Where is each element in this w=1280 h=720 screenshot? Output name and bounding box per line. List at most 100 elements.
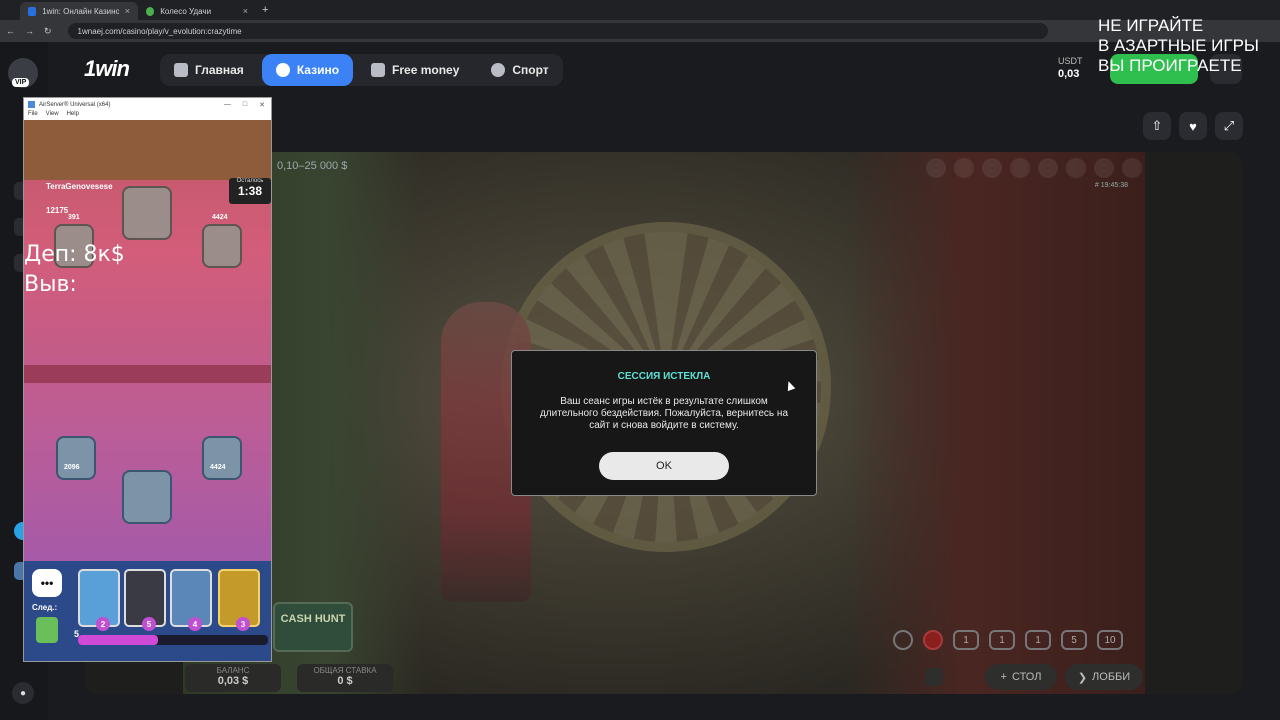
fullscreen-icon[interactable] bbox=[1122, 158, 1142, 178]
close-tab-icon[interactable]: × bbox=[125, 6, 130, 16]
back-icon[interactable]: ← bbox=[6, 26, 15, 36]
elixir-fill bbox=[78, 635, 158, 645]
deposit-line: Деп: 8к$ bbox=[24, 242, 125, 267]
bet-spot-5[interactable]: 5 bbox=[1061, 630, 1087, 650]
main-nav: Главная Казино Free money Спорт bbox=[160, 54, 563, 86]
video-icon[interactable] bbox=[954, 158, 974, 178]
history-icon[interactable] bbox=[1038, 158, 1058, 178]
menu-file[interactable]: File bbox=[28, 111, 38, 120]
chat-icon[interactable] bbox=[926, 158, 946, 178]
reload-icon[interactable]: ↻ bbox=[44, 26, 52, 37]
browser-tab-bar: 1win: Онлайн Казино и Ставк × Колесо Уда… bbox=[0, 0, 1280, 20]
url-field[interactable]: 1wnaej.com/casino/play/v_evolution:crazy… bbox=[67, 23, 1048, 39]
bet-spot-1[interactable]: 1 bbox=[953, 630, 979, 650]
card-slot-3[interactable]: 4 bbox=[170, 569, 212, 631]
vip-badge: VIP bbox=[12, 78, 30, 87]
elixir-bar bbox=[78, 635, 268, 645]
tab-1win-casino[interactable]: 1win: Онлайн Казино и Ставк × bbox=[20, 2, 138, 20]
ball-icon bbox=[491, 63, 506, 77]
balance-selector[interactable]: USDT 0,03 bbox=[1058, 56, 1083, 80]
chat-icon[interactable]: ● bbox=[12, 682, 34, 704]
bet-spot-10[interactable]: 10 bbox=[1097, 630, 1123, 650]
arena-river bbox=[24, 365, 271, 383]
site-header: 1win Главная Казино Free money Спорт USD… bbox=[48, 42, 1280, 98]
card-hand: ••• След.: 2 5 4 3 5 bbox=[24, 561, 271, 661]
favorite-icon[interactable]: ♥ bbox=[1179, 112, 1207, 140]
lobby-button-label: ЛОББИ bbox=[1092, 671, 1131, 683]
settings-icon[interactable] bbox=[1010, 158, 1030, 178]
table-button[interactable]: + СТОЛ bbox=[985, 664, 1057, 690]
tab-label: Колесо Удачи bbox=[160, 6, 212, 16]
card-cost: 2 bbox=[96, 617, 110, 631]
warning-line: ВЫ ПРОИГРАЕТЕ bbox=[1098, 56, 1242, 75]
nav-label: Главная bbox=[195, 63, 244, 77]
opponent-name: TerraGenovesese bbox=[46, 182, 113, 191]
nav-label: Спорт bbox=[512, 63, 549, 77]
lobby-button[interactable]: ❯ ЛОББИ bbox=[1065, 664, 1143, 690]
minimize-icon[interactable]: — bbox=[224, 101, 231, 109]
enemy-right-hp: 4424 bbox=[212, 214, 228, 221]
statistics-icon[interactable] bbox=[925, 668, 943, 686]
maximize-icon[interactable]: □ bbox=[243, 101, 247, 109]
own-princess-tower-left bbox=[56, 436, 96, 480]
logo[interactable]: 1win bbox=[84, 56, 130, 82]
balance-label: БАЛАНС bbox=[216, 666, 250, 675]
dialog-message: Ваш сеанс игры истёк в результате слишко… bbox=[539, 396, 789, 431]
card-slot-2[interactable]: 5 bbox=[124, 569, 166, 631]
bet-limits: 0,10–25 000 $ bbox=[277, 160, 348, 172]
next-card-label: След.: bbox=[32, 603, 58, 612]
match-clock: Осталось 1:38 bbox=[229, 178, 271, 204]
help-icon[interactable] bbox=[1066, 158, 1086, 178]
share-icon[interactable]: ⇧ bbox=[1143, 112, 1171, 140]
gambling-warning-overlay: НЕ ИГРАЙТЕ В АЗАРТНЫЕ ИГРЫ ВЫ ПРОИГРАЕТЕ bbox=[1098, 16, 1278, 76]
target-icon[interactable] bbox=[893, 630, 913, 650]
enemy-king-tower bbox=[122, 186, 172, 240]
elixir-count: 5 bbox=[74, 629, 80, 639]
sound-icon[interactable] bbox=[982, 158, 1002, 178]
lobby-icon: ❯ bbox=[1077, 671, 1088, 684]
opponent-trophies: 12175 bbox=[46, 206, 69, 215]
window-titlebar[interactable]: AirServer® Universal (x64) — □ ✕ bbox=[24, 98, 271, 111]
warning-line: НЕ ИГРАЙТЕ bbox=[1098, 16, 1204, 35]
forward-icon[interactable]: → bbox=[25, 26, 34, 36]
new-tab-button[interactable]: + bbox=[262, 4, 268, 16]
card-cost: 3 bbox=[236, 617, 250, 631]
nav-item-free-money[interactable]: Free money bbox=[357, 54, 473, 86]
nav-item-sport[interactable]: Спорт bbox=[477, 54, 562, 86]
balance-value: 0,03 $ bbox=[217, 675, 249, 687]
menu-help[interactable]: Help bbox=[67, 111, 79, 120]
bet-spot-1[interactable]: 1 bbox=[1025, 630, 1051, 650]
cash-hunt-bet-spot[interactable]: CASH HUNT bbox=[273, 602, 353, 652]
menu-view[interactable]: View bbox=[46, 111, 59, 120]
card-slot-1[interactable]: 2 bbox=[78, 569, 120, 631]
close-icon[interactable]: ✕ bbox=[259, 101, 265, 109]
balance-amount: 0,03 bbox=[1058, 68, 1080, 80]
window-menu: File View Help bbox=[24, 111, 271, 120]
next-card bbox=[36, 617, 58, 643]
arena-top-border bbox=[24, 120, 271, 180]
withdraw-line: Выв: bbox=[24, 272, 77, 297]
total-bet-value: 0 $ bbox=[337, 675, 353, 687]
selected-chip[interactable] bbox=[923, 630, 943, 650]
ok-button[interactable]: OK bbox=[599, 452, 729, 480]
card-slot-4[interactable]: 3 bbox=[218, 569, 260, 631]
close-tab-icon[interactable]: × bbox=[243, 6, 248, 16]
nav-item-home[interactable]: Главная bbox=[160, 54, 258, 86]
site-favicon-icon bbox=[146, 6, 155, 16]
tab-wheel-of-fortune[interactable]: Колесо Удачи × bbox=[138, 2, 256, 20]
card-cost: 4 bbox=[188, 617, 202, 631]
bet-spot-1[interactable]: 1 bbox=[989, 630, 1015, 650]
enemy-left-hp: 391 bbox=[68, 214, 80, 221]
stream-overlay-text: Деп: 8к$ Выв: bbox=[24, 240, 125, 300]
refresh-icon[interactable] bbox=[1094, 158, 1114, 178]
emote-button[interactable]: ••• bbox=[32, 569, 62, 597]
address-bar-row: ← → ↻ 1wnaej.com/casino/play/v_evolution… bbox=[0, 20, 1280, 42]
nav-item-casino[interactable]: Казино bbox=[261, 54, 354, 86]
round-time: # 19:45:38 bbox=[1094, 182, 1128, 189]
clock-time: 1:38 bbox=[237, 184, 263, 198]
fullscreen-icon[interactable]: ⤢ bbox=[1215, 112, 1243, 140]
app-icon bbox=[28, 101, 35, 108]
site-favicon-icon bbox=[28, 6, 37, 16]
plus-icon: + bbox=[1000, 671, 1007, 683]
own-left-hp: 2096 bbox=[64, 464, 80, 471]
